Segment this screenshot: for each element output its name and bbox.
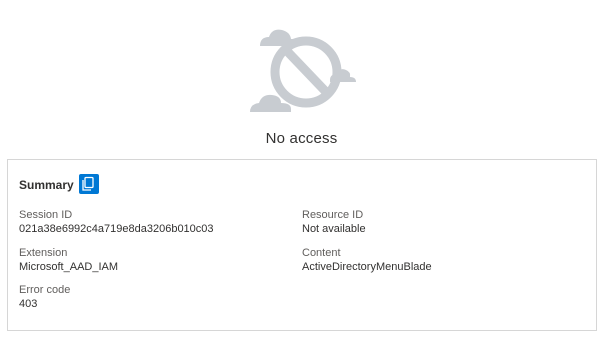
extension-value: Microsoft_AAD_IAM — [19, 261, 119, 273]
error-code-label: Error code — [19, 284, 71, 296]
blocked-cloud-icon — [250, 29, 356, 112]
error-code-field: Error code 403 — [19, 283, 70, 311]
copy-icon — [82, 176, 94, 191]
content-field: Content ActiveDirectoryMenuBlade — [302, 246, 432, 274]
content-value: ActiveDirectoryMenuBlade — [302, 261, 432, 273]
session-id-value: 021a38e6992c4a719e8da3206b010c03 — [19, 223, 214, 235]
error-code-value: 403 — [19, 298, 38, 310]
extension-field: Extension Microsoft_AAD_IAM — [19, 246, 118, 274]
summary-title: Summary — [19, 178, 74, 192]
summary-card: Summary Session ID 021a38e6992c4a719e8da… — [7, 159, 597, 331]
no-access-illustration — [246, 24, 356, 118]
copy-button[interactable] — [79, 174, 99, 194]
no-access-heading: No access — [265, 130, 338, 147]
session-id-field: Session ID 021a38e6992c4a719e8da3206b010… — [19, 208, 214, 236]
resource-id-value: Not available — [302, 223, 366, 235]
content-label: Content — [302, 247, 341, 259]
session-id-label: Session ID — [19, 209, 73, 221]
resource-id-field: Resource ID Not available — [302, 208, 366, 236]
extension-label: Extension — [19, 247, 68, 259]
resource-id-label: Resource ID — [302, 209, 364, 221]
